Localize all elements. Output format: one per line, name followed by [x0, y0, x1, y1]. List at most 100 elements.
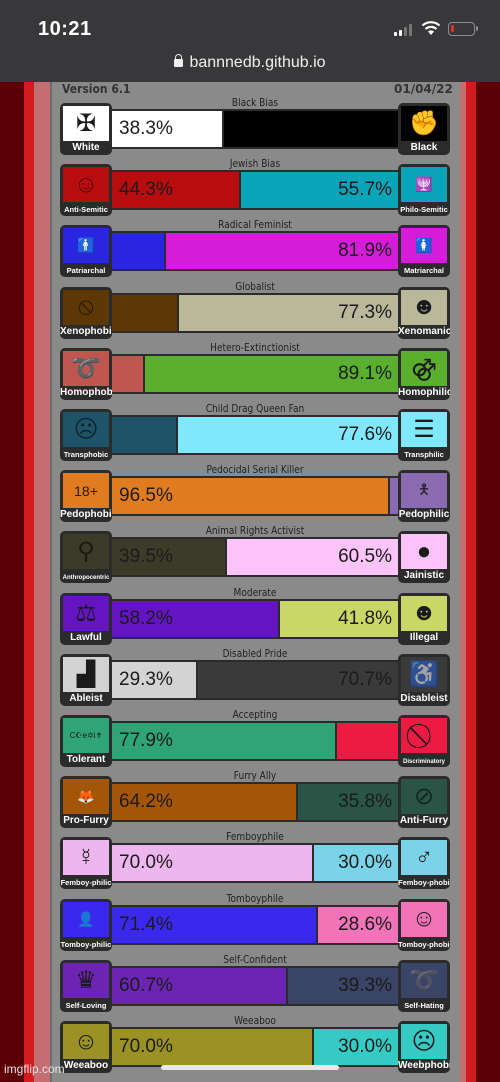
- frame-border-right-red: [466, 82, 476, 1082]
- bar-segment-left: 29.3%: [112, 661, 196, 698]
- right-label: Disableist: [400, 692, 448, 704]
- value-label-left: 64.2%: [119, 791, 173, 813]
- bar-segment-right: 30.0%: [312, 1029, 398, 1065]
- score-bar: 58.2% 41.8%: [110, 598, 400, 639]
- right-ideology-badge: ☺ Tomboy-phobic: [398, 898, 450, 951]
- caricature-face-icon: ☺: [63, 167, 109, 203]
- value-label-right: 28.6%: [338, 913, 392, 935]
- score-bar: 77.6%: [110, 415, 400, 455]
- bar-segment-left: 60.7%: [112, 967, 286, 1004]
- crown-icon: ♛: [63, 962, 109, 998]
- bar-segment-right: 77.6%: [176, 417, 398, 453]
- home-indicator[interactable]: [161, 1065, 339, 1070]
- coexist-icon: C☪e✡i✝: [63, 718, 109, 753]
- right-ideology-badge: 🕎 Philo-Semitic: [398, 164, 450, 217]
- date-label: 01/04/22: [394, 82, 453, 96]
- frame-border-left-dark: [0, 82, 24, 1082]
- bar-segment-right: [334, 723, 398, 759]
- left-ideology-badge: ➰Homophobic: [60, 347, 112, 400]
- right-ideology-badge: ⃠ Discriminatory: [398, 715, 450, 767]
- bar-segment-left: 44.3%: [112, 172, 239, 209]
- female-figure-icon: 🚺: [401, 228, 447, 264]
- left-ideology-badge: ▟ Ableist: [60, 653, 112, 706]
- right-ideology-badge: ⚣ Homophilic: [398, 347, 450, 400]
- result-row: Animal Rights Activist 39.5% 60.5% ⚲ Anthrop…: [60, 524, 450, 584]
- right-label: Pedophilic: [398, 509, 450, 521]
- value-label-right: 30.0%: [338, 1036, 392, 1057]
- value-label-right: 77.3%: [338, 301, 392, 323]
- value-label-left: 60.7%: [119, 974, 173, 996]
- left-ideology-badge: 🦊 Pro-Furry: [60, 776, 112, 829]
- battery-icon: [448, 22, 478, 36]
- frame-border-right-dark: [476, 82, 500, 1082]
- value-label-right: 60.5%: [338, 546, 392, 568]
- left-label: Ableist: [69, 692, 103, 704]
- axis-title: Moderate: [233, 585, 277, 599]
- no-paw-flag-icon: ⊘: [401, 779, 447, 815]
- value-label-right: 70.7%: [338, 668, 392, 690]
- value-label-right: 77.6%: [338, 424, 392, 445]
- bar-segment-left: 77.9%: [112, 723, 335, 759]
- left-ideology-badge: ☺ Weeaboo: [60, 1021, 112, 1073]
- bar-segment-right: 60.5%: [224, 539, 398, 576]
- score-bar: 44.3% 55.7%: [110, 170, 400, 211]
- right-label: Matriarchal: [403, 266, 445, 276]
- value-label-left: 39.5%: [119, 546, 173, 568]
- right-label: Transphilic: [404, 450, 444, 459]
- bar-segment-right: 28.6%: [316, 906, 398, 943]
- left-label: White: [72, 142, 100, 153]
- axis-title: Disabled Pride: [222, 646, 288, 660]
- score-bar: 39.5% 60.5%: [110, 537, 400, 578]
- left-ideology-badge: ♛ Self-Loving: [60, 959, 112, 1012]
- right-ideology-badge: ♿ Disableist: [398, 653, 450, 706]
- bar-segment-left: 64.2%: [112, 784, 296, 821]
- axis-title: Self-Confident: [223, 952, 287, 966]
- score-bar: 89.1%: [110, 353, 400, 394]
- left-label: Femboy-philic: [60, 878, 112, 888]
- result-row: Pedocidal Serial Killer 96.5% 18+ Pedophobi…: [60, 463, 450, 523]
- femboy-symbol-icon: ☿: [63, 840, 109, 876]
- scales-icon: ⚖: [63, 595, 109, 631]
- value-label-left: 38.3%: [119, 118, 173, 139]
- value-label-right: 30.0%: [338, 852, 392, 874]
- bar-segment-left: [112, 355, 144, 392]
- result-row: Furry Ally 64.2% 35.8% 🦊 Pro-Furry ⊘ Anti-Furr…: [60, 769, 450, 829]
- bar-segment-right: 55.7%: [238, 172, 398, 209]
- url-bar[interactable]: bannnedb.github.io: [0, 54, 500, 72]
- right-ideology-badge: 🯅 Pedophilic: [398, 470, 450, 523]
- axis-title: Child Drag Queen Fan: [205, 402, 305, 415]
- axis-title: Weeaboo: [234, 1014, 276, 1027]
- result-row: Radical Feminist 81.9% 🚹 Patriarchal 🚺 Matria…: [60, 218, 450, 278]
- result-row: Jewish Bias 44.3% 55.7% ☺ Anti-Semitic 🕎 Philo…: [60, 157, 450, 217]
- score-bar: 96.5%: [110, 476, 400, 517]
- axis-title: Hetero-Extinctionist: [210, 340, 300, 354]
- axis-title: Radical Feminist: [218, 218, 292, 232]
- right-label: Xenomanic: [398, 325, 450, 337]
- fox-icon: 🦊: [63, 779, 109, 815]
- right-label: Illegal: [409, 631, 439, 643]
- left-ideology-badge: ☺ Anti-Semitic: [60, 164, 112, 217]
- left-label: Self-Loving: [65, 1000, 107, 1010]
- cellular-signal-icon: [394, 24, 412, 36]
- score-bar: 70.0% 30.0%: [110, 1027, 400, 1067]
- left-ideology-badge: 🚹 Patriarchal: [60, 225, 112, 278]
- right-label: Tomboy-phobic: [398, 939, 450, 949]
- right-ideology-badge: ➰ Self-Hating: [398, 959, 450, 1012]
- axis-title: Jewish Bias: [229, 157, 281, 171]
- wheelchair-icon: ♿: [401, 656, 447, 692]
- crowd-globe-icon: ☻: [401, 289, 447, 325]
- left-ideology-badge: ☿ Femboy-philic: [60, 837, 112, 890]
- raised-fist-icon: ✊: [401, 106, 447, 141]
- bar-segment-right: 81.9%: [163, 233, 398, 270]
- left-label: Lawful: [70, 631, 102, 643]
- right-label: Anti-Furry: [399, 815, 449, 827]
- male-figure-icon: 🚹: [63, 228, 109, 264]
- result-row: Hetero-Extinctionist89.1%➰Homophobic ⚣Hom…: [60, 340, 450, 400]
- value-label-right: 55.7%: [338, 179, 392, 201]
- score-bar: 71.4% 28.6%: [110, 904, 400, 945]
- status-bar: 10:21 bannnedb.github.io: [0, 0, 500, 82]
- right-label: Jainistic: [403, 570, 445, 582]
- value-label-right: 39.3%: [338, 974, 392, 996]
- axis-title: Tomboyphile: [226, 891, 284, 905]
- bar-segment-left: [112, 233, 164, 270]
